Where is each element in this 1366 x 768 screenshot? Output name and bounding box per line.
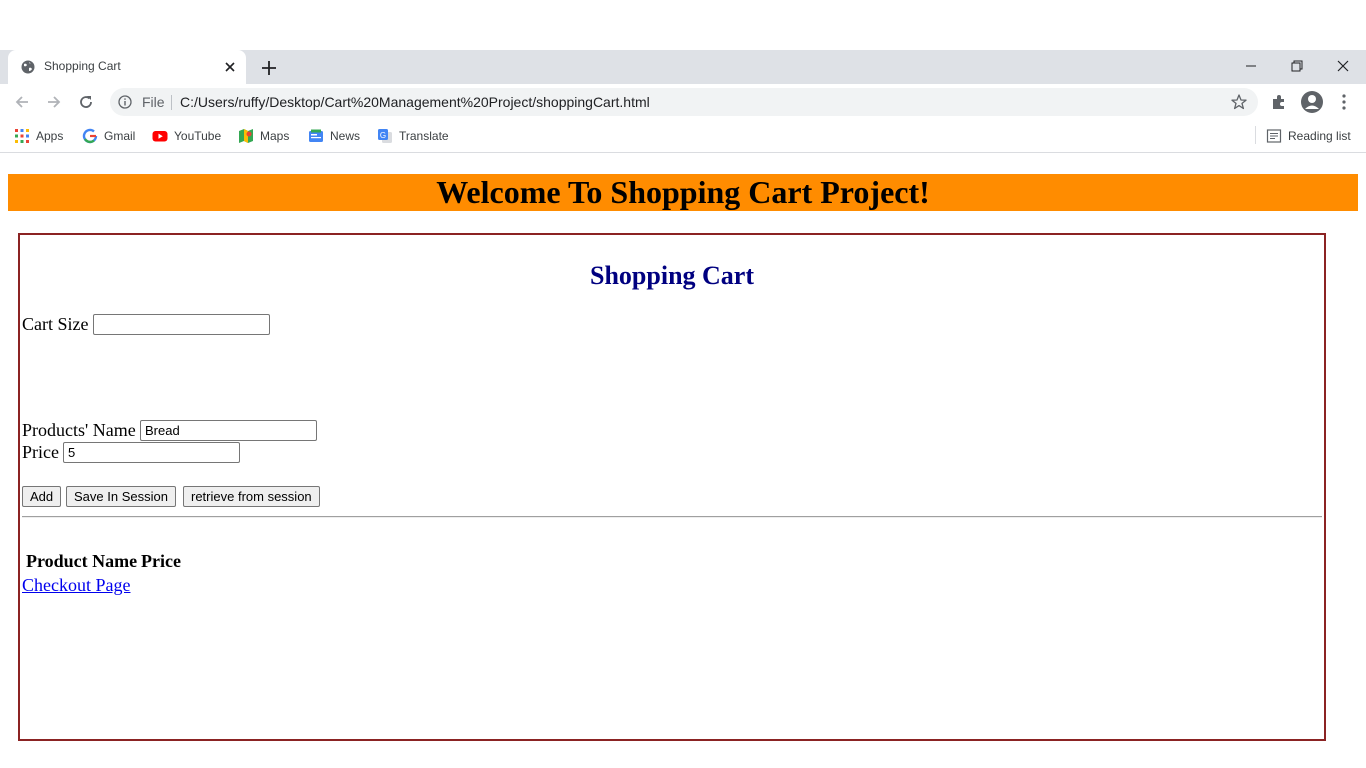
cart-title: Shopping Cart	[590, 261, 754, 290]
price-input[interactable]	[63, 442, 240, 463]
back-arrow-icon[interactable]	[13, 93, 31, 111]
bookmark-label: Maps	[260, 129, 290, 143]
reading-list-icon	[1266, 129, 1282, 143]
bookmark-translate[interactable]: G Translate	[377, 126, 449, 146]
retrieve-from-session-button[interactable]: retrieve from session	[183, 486, 320, 507]
close-tab-icon[interactable]	[222, 59, 238, 75]
menu-kebab-icon[interactable]	[1336, 93, 1352, 111]
tab-strip: Shopping Cart	[0, 50, 1366, 84]
extensions-puzzle-icon[interactable]	[1270, 93, 1288, 111]
price-label: Price	[22, 442, 59, 462]
table-header-product-name: Product Name	[26, 551, 138, 571]
new-tab-icon[interactable]	[259, 58, 279, 78]
bookmark-gmail[interactable]: Gmail	[82, 126, 135, 146]
bookmark-label: YouTube	[174, 129, 222, 143]
svg-text:G: G	[380, 131, 386, 140]
add-button[interactable]: Add	[22, 486, 62, 507]
reading-list-button[interactable]: Reading list	[1266, 126, 1351, 146]
horizontal-divider	[22, 516, 1322, 518]
bookmark-youtube[interactable]: YouTube	[152, 126, 221, 146]
browser-toolbar: File C:/Users/ruffy/Desktop/Cart%20Manag…	[0, 84, 1366, 120]
table-header-price: Price	[141, 551, 181, 571]
tab-title: Shopping Cart	[44, 59, 121, 73]
file-scheme-label: File	[142, 94, 165, 110]
bookmarks-bar: Apps Gmail YouTube Maps News G Translate…	[0, 120, 1366, 153]
apps-grid-icon	[15, 129, 29, 143]
product-name-label: Products' Name	[22, 420, 136, 440]
bookmark-label: Gmail	[104, 129, 136, 143]
translate-icon: G	[378, 129, 392, 143]
cart-size-input[interactable]	[93, 314, 270, 335]
bookmark-star-icon[interactable]	[1230, 93, 1248, 111]
omnibox-divider	[171, 95, 172, 110]
shopping-cart-panel: Shopping Cart Cart Size Products' Name P…	[18, 233, 1326, 741]
bookmark-label: Apps	[36, 129, 64, 143]
maps-icon	[239, 129, 253, 143]
restore-icon[interactable]	[1286, 56, 1308, 76]
profile-avatar-icon[interactable]	[1300, 90, 1324, 114]
bookmark-apps[interactable]: Apps	[14, 126, 63, 146]
youtube-icon	[152, 131, 168, 142]
reload-icon[interactable]	[77, 93, 95, 111]
globe-icon	[21, 60, 35, 74]
forward-arrow-icon[interactable]	[45, 93, 63, 111]
banner-title: Welcome To Shopping Cart Project!	[436, 174, 930, 210]
google-icon	[82, 128, 98, 144]
bookmark-news[interactable]: News	[308, 126, 360, 146]
url-text[interactable]: C:/Users/ruffy/Desktop/Cart%20Management…	[180, 94, 650, 110]
bookmark-label: Translate	[399, 129, 449, 143]
address-bar[interactable]: File C:/Users/ruffy/Desktop/Cart%20Manag…	[110, 88, 1258, 116]
bookmark-maps[interactable]: Maps	[238, 126, 289, 146]
welcome-banner: Welcome To Shopping Cart Project!	[8, 174, 1358, 211]
close-window-icon[interactable]	[1332, 56, 1354, 76]
bookmark-label: News	[330, 129, 361, 143]
tab-shopping-cart[interactable]: Shopping Cart	[8, 50, 246, 84]
info-icon[interactable]	[118, 95, 132, 109]
cart-size-label: Cart Size	[22, 314, 89, 334]
news-icon	[309, 129, 323, 142]
checkout-page-link[interactable]: Checkout Page	[22, 575, 130, 596]
minimize-icon[interactable]	[1240, 56, 1262, 76]
reading-list-label: Reading list	[1288, 129, 1351, 143]
save-in-session-button[interactable]: Save In Session	[66, 486, 176, 507]
bookmarks-divider	[1255, 126, 1256, 144]
product-name-input[interactable]	[140, 420, 317, 441]
